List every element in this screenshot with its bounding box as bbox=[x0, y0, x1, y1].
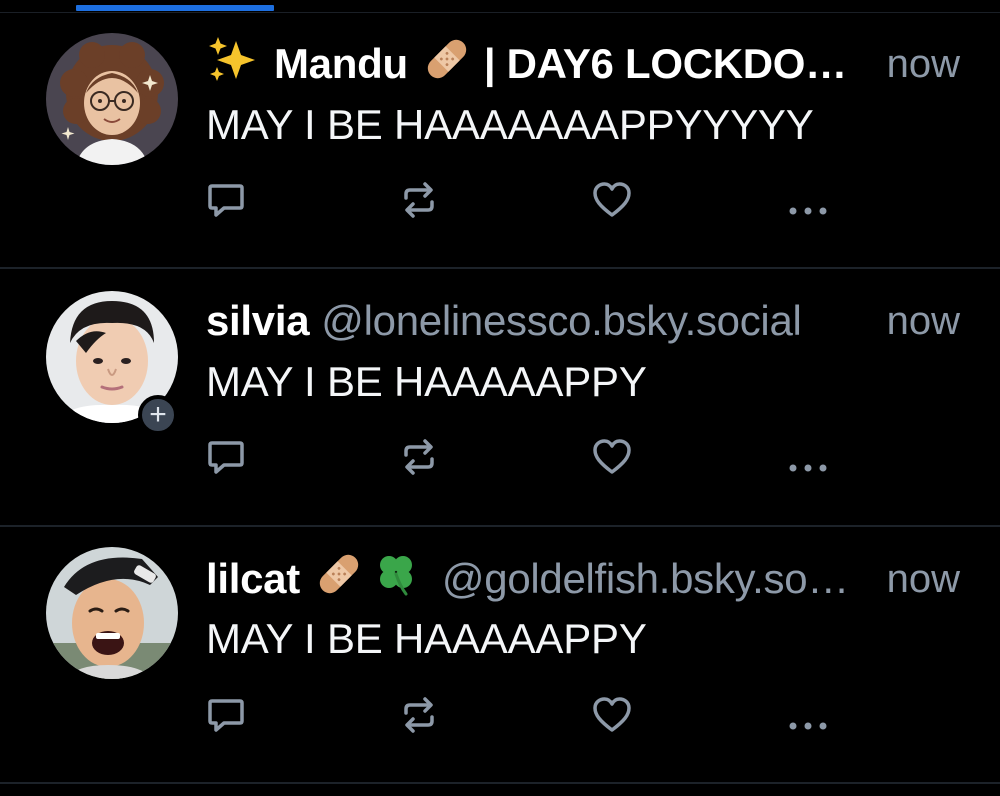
repost-button[interactable] bbox=[395, 691, 443, 739]
reply-button[interactable] bbox=[202, 176, 250, 224]
display-name[interactable]: Mandu bbox=[274, 40, 408, 88]
post[interactable]: + silvia @lonelinessco.bsky.social now M… bbox=[0, 269, 1000, 527]
reply-icon bbox=[208, 699, 244, 732]
timestamp[interactable]: now bbox=[887, 40, 960, 88]
active-tab-indicator bbox=[76, 5, 274, 11]
four-leaf-clover-icon bbox=[372, 550, 420, 608]
display-name-suffix[interactable]: | DAY6 LOCKDO… bbox=[484, 40, 847, 88]
heart-icon bbox=[593, 439, 631, 474]
post[interactable]: Mandu | DAY6 LOCKDO… now MAY I BE HAAAAA… bbox=[0, 13, 1000, 269]
display-name[interactable]: silvia bbox=[206, 297, 310, 345]
repost-button[interactable] bbox=[395, 176, 443, 224]
reply-button[interactable] bbox=[202, 691, 250, 739]
display-name[interactable]: lilcat bbox=[206, 555, 300, 603]
more-options-button[interactable] bbox=[784, 187, 832, 235]
repost-icon bbox=[404, 697, 434, 733]
more-options-icon bbox=[789, 207, 827, 215]
post-header: Mandu | DAY6 LOCKDO… bbox=[206, 37, 960, 88]
user-handle[interactable]: @lonelinessco.bsky.social bbox=[321, 297, 802, 345]
post-header: lilcat @goldelfish.bsky.so… bbox=[206, 554, 960, 603]
user-handle[interactable]: @goldelfish.bsky.so… bbox=[442, 555, 849, 603]
repost-icon bbox=[404, 439, 434, 475]
more-options-button[interactable] bbox=[784, 444, 832, 492]
more-options-icon bbox=[789, 722, 827, 730]
adhesive-bandage-icon bbox=[422, 35, 472, 93]
reply-icon bbox=[208, 441, 244, 474]
plus-icon: + bbox=[149, 398, 167, 431]
timestamp[interactable]: now bbox=[887, 555, 960, 603]
avatar[interactable] bbox=[46, 547, 178, 679]
repost-button[interactable] bbox=[395, 433, 443, 481]
follow-button[interactable]: + bbox=[138, 395, 178, 435]
avatar[interactable] bbox=[46, 33, 178, 165]
post-text: MAY I BE HAAAAAAAPPYYYYY bbox=[206, 101, 814, 148]
reply-icon bbox=[208, 184, 244, 217]
more-options-icon bbox=[789, 464, 827, 472]
post-text: MAY I BE HAAAAAPPY bbox=[206, 358, 647, 405]
sparkles-icon bbox=[206, 35, 260, 93]
repost-icon bbox=[404, 182, 434, 218]
like-button[interactable] bbox=[588, 433, 636, 481]
heart-icon bbox=[593, 182, 631, 217]
post-header: silvia @lonelinessco.bsky.social bbox=[206, 297, 960, 345]
adhesive-bandage-icon bbox=[314, 550, 364, 608]
like-button[interactable] bbox=[588, 176, 636, 224]
heart-icon bbox=[593, 697, 631, 732]
post-text: MAY I BE HAAAAAPPY bbox=[206, 615, 647, 662]
more-options-button[interactable] bbox=[784, 702, 832, 750]
post[interactable]: lilcat @goldelfish.bsky.so… now MAY I BE… bbox=[0, 527, 1000, 784]
reply-button[interactable] bbox=[202, 433, 250, 481]
timestamp[interactable]: now bbox=[887, 297, 960, 345]
like-button[interactable] bbox=[588, 691, 636, 739]
feed: Mandu | DAY6 LOCKDO… now MAY I BE HAAAAA… bbox=[0, 13, 1000, 784]
